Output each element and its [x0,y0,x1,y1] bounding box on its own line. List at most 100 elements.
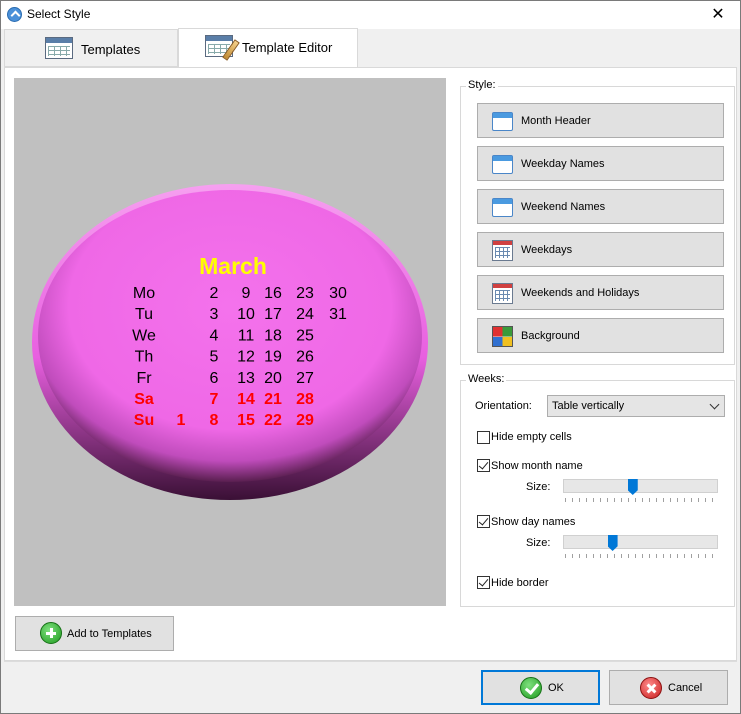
cancel-button[interactable]: Cancel [609,670,728,705]
date-cell: 27 [296,370,314,387]
month-header-button[interactable]: Month Header [477,103,724,138]
table-icon [45,37,73,59]
hide-empty-cells-checkbox[interactable] [477,431,490,444]
checkmark-icon [520,677,542,699]
date-cell: 12 [237,349,255,366]
oval-face [38,190,422,482]
calendar-icon [492,240,513,261]
weekdays-label: Weekdays [521,244,573,256]
weekends-holidays-label: Weekends and Holidays [521,287,640,299]
slider-ticks [565,498,716,502]
date-cell: 8 [210,412,219,429]
tab-template-editor-label: Template Editor [242,40,333,55]
hide-empty-cells-label: Hide empty cells [491,431,572,443]
app-icon [7,7,22,22]
weekday-names-button[interactable]: Weekday Names [477,146,724,181]
date-cell: 16 [264,285,282,302]
date-cell: 15 [237,412,255,429]
background-label: Background [521,330,580,342]
date-cell: 25 [296,327,314,344]
show-day-names-checkbox[interactable] [477,515,490,528]
plus-icon [40,622,62,644]
day-name-sa: Sa [134,391,154,408]
date-cell: 23 [296,285,314,302]
ok-label: OK [548,682,564,694]
date-cell: 19 [264,349,282,366]
slider-ticks [565,554,716,558]
date-cell: 30 [329,285,347,302]
tab-templates[interactable]: Templates [4,29,178,67]
date-cell: 10 [237,306,255,323]
date-cell: 20 [264,370,282,387]
month-header-label: Month Header [521,115,591,127]
orientation-label: Orientation: [475,400,532,412]
slider-track [563,535,718,549]
date-cell: 4 [210,327,219,344]
ok-button[interactable]: OK [481,670,600,705]
show-month-name-label: Show month name [491,460,583,472]
day-name-mo: Mo [133,285,155,302]
weekend-names-button[interactable]: Weekend Names [477,189,724,224]
day-name-th: Th [135,349,154,366]
date-cell: 18 [264,327,282,344]
preview-canvas: March Mo 2 9 16 23 30Tu 3 10 17 24 31We 4 11 18 25Th 5 1… [32,184,428,500]
select-style-dialog: Select Style ✕ Templates Template Editor [0,0,741,714]
weekend-names-label: Weekend Names [521,201,606,213]
style-group-title: Style: [466,79,498,91]
date-cell: 29 [296,412,314,429]
date-cell: 9 [242,285,251,302]
window-icon [492,112,513,131]
tab-template-editor[interactable]: Template Editor [178,28,358,68]
date-cell: 24 [296,306,314,323]
day-size-slider[interactable] [563,535,718,561]
footer-divider [4,661,737,662]
weekdays-button[interactable]: Weekdays [477,232,724,267]
date-cell: 14 [237,391,255,408]
window-title: Select Style [27,7,91,21]
chevron-down-icon [709,399,720,410]
orientation-select[interactable]: Table vertically [547,395,725,417]
day-name-su: Su [134,412,154,429]
date-cell: 31 [329,306,347,323]
hide-border-checkbox[interactable] [477,576,490,589]
cancel-icon [640,677,662,699]
color-grid-icon [492,326,513,347]
slider-track [563,479,718,493]
window-icon [492,198,513,217]
date-cell: 2 [210,285,219,302]
date-cell: 11 [238,327,255,344]
date-cell: 28 [296,391,314,408]
date-cell: 1 [177,412,186,429]
calendar-icon [492,283,513,304]
window-icon [492,155,513,174]
hide-border-label: Hide border [491,577,549,589]
date-cell: 5 [210,349,219,366]
close-button[interactable]: ✕ [696,1,740,29]
date-cell: 21 [264,391,282,408]
day-size-label: Size: [526,537,551,549]
day-name-tu: Tu [135,306,153,323]
date-cell: 3 [210,306,219,323]
month-header-text: March [199,253,267,279]
tab-templates-label: Templates [81,42,141,57]
cancel-label: Cancel [668,682,703,694]
day-name-fr: Fr [136,370,152,387]
month-size-label: Size: [526,481,551,493]
date-cell: 26 [296,349,314,366]
background-button[interactable]: Background [477,318,724,353]
weekday-names-label: Weekday Names [521,158,605,170]
show-month-name-checkbox[interactable] [477,459,490,472]
weeks-group-title: Weeks: [466,373,507,385]
show-day-names-label: Show day names [491,516,576,528]
month-size-slider[interactable] [563,479,718,505]
date-cell: 6 [210,370,219,387]
date-cell: 7 [210,391,219,408]
date-cell: 17 [264,306,282,323]
orientation-value: Table vertically [552,400,625,412]
add-to-templates-button[interactable]: Add to Templates [15,616,174,651]
title-bar: Select Style ✕ [1,1,740,29]
day-name-we: We [132,327,156,344]
date-cell: 13 [237,370,255,387]
weekends-holidays-button[interactable]: Weekends and Holidays [477,275,724,310]
date-cell: 22 [264,412,282,429]
